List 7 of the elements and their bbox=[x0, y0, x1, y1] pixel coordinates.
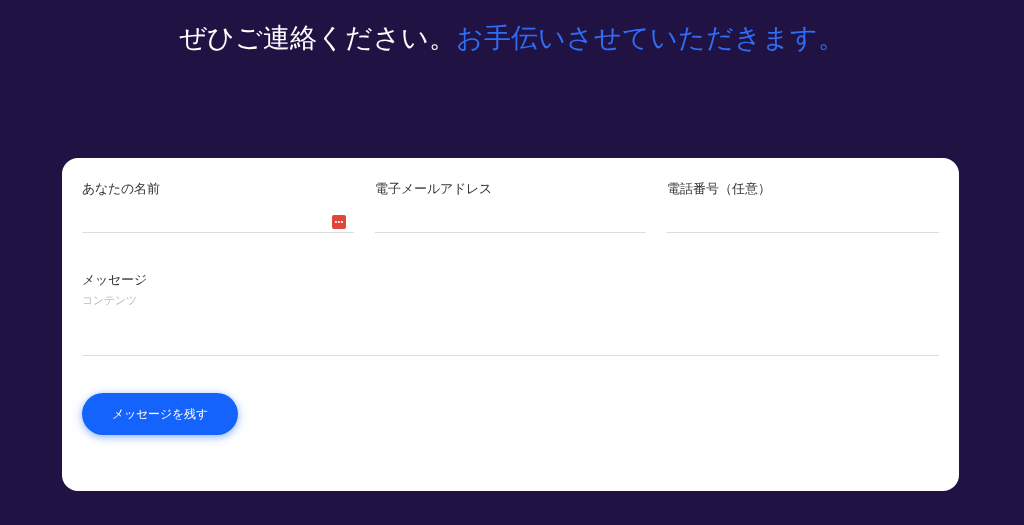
field-label: 電子メールアドレス bbox=[374, 180, 493, 198]
field-label: メッセージ bbox=[82, 271, 148, 289]
headline: ぜひご連絡ください。お手伝いさせていただきます。 bbox=[178, 21, 846, 55]
field-label: あなたの名前 bbox=[82, 180, 161, 198]
field-label: 電話番号（任意） bbox=[667, 180, 773, 198]
submit-button[interactable]: メッセージを残す bbox=[82, 393, 238, 435]
autofill-icon[interactable] bbox=[331, 215, 346, 229]
